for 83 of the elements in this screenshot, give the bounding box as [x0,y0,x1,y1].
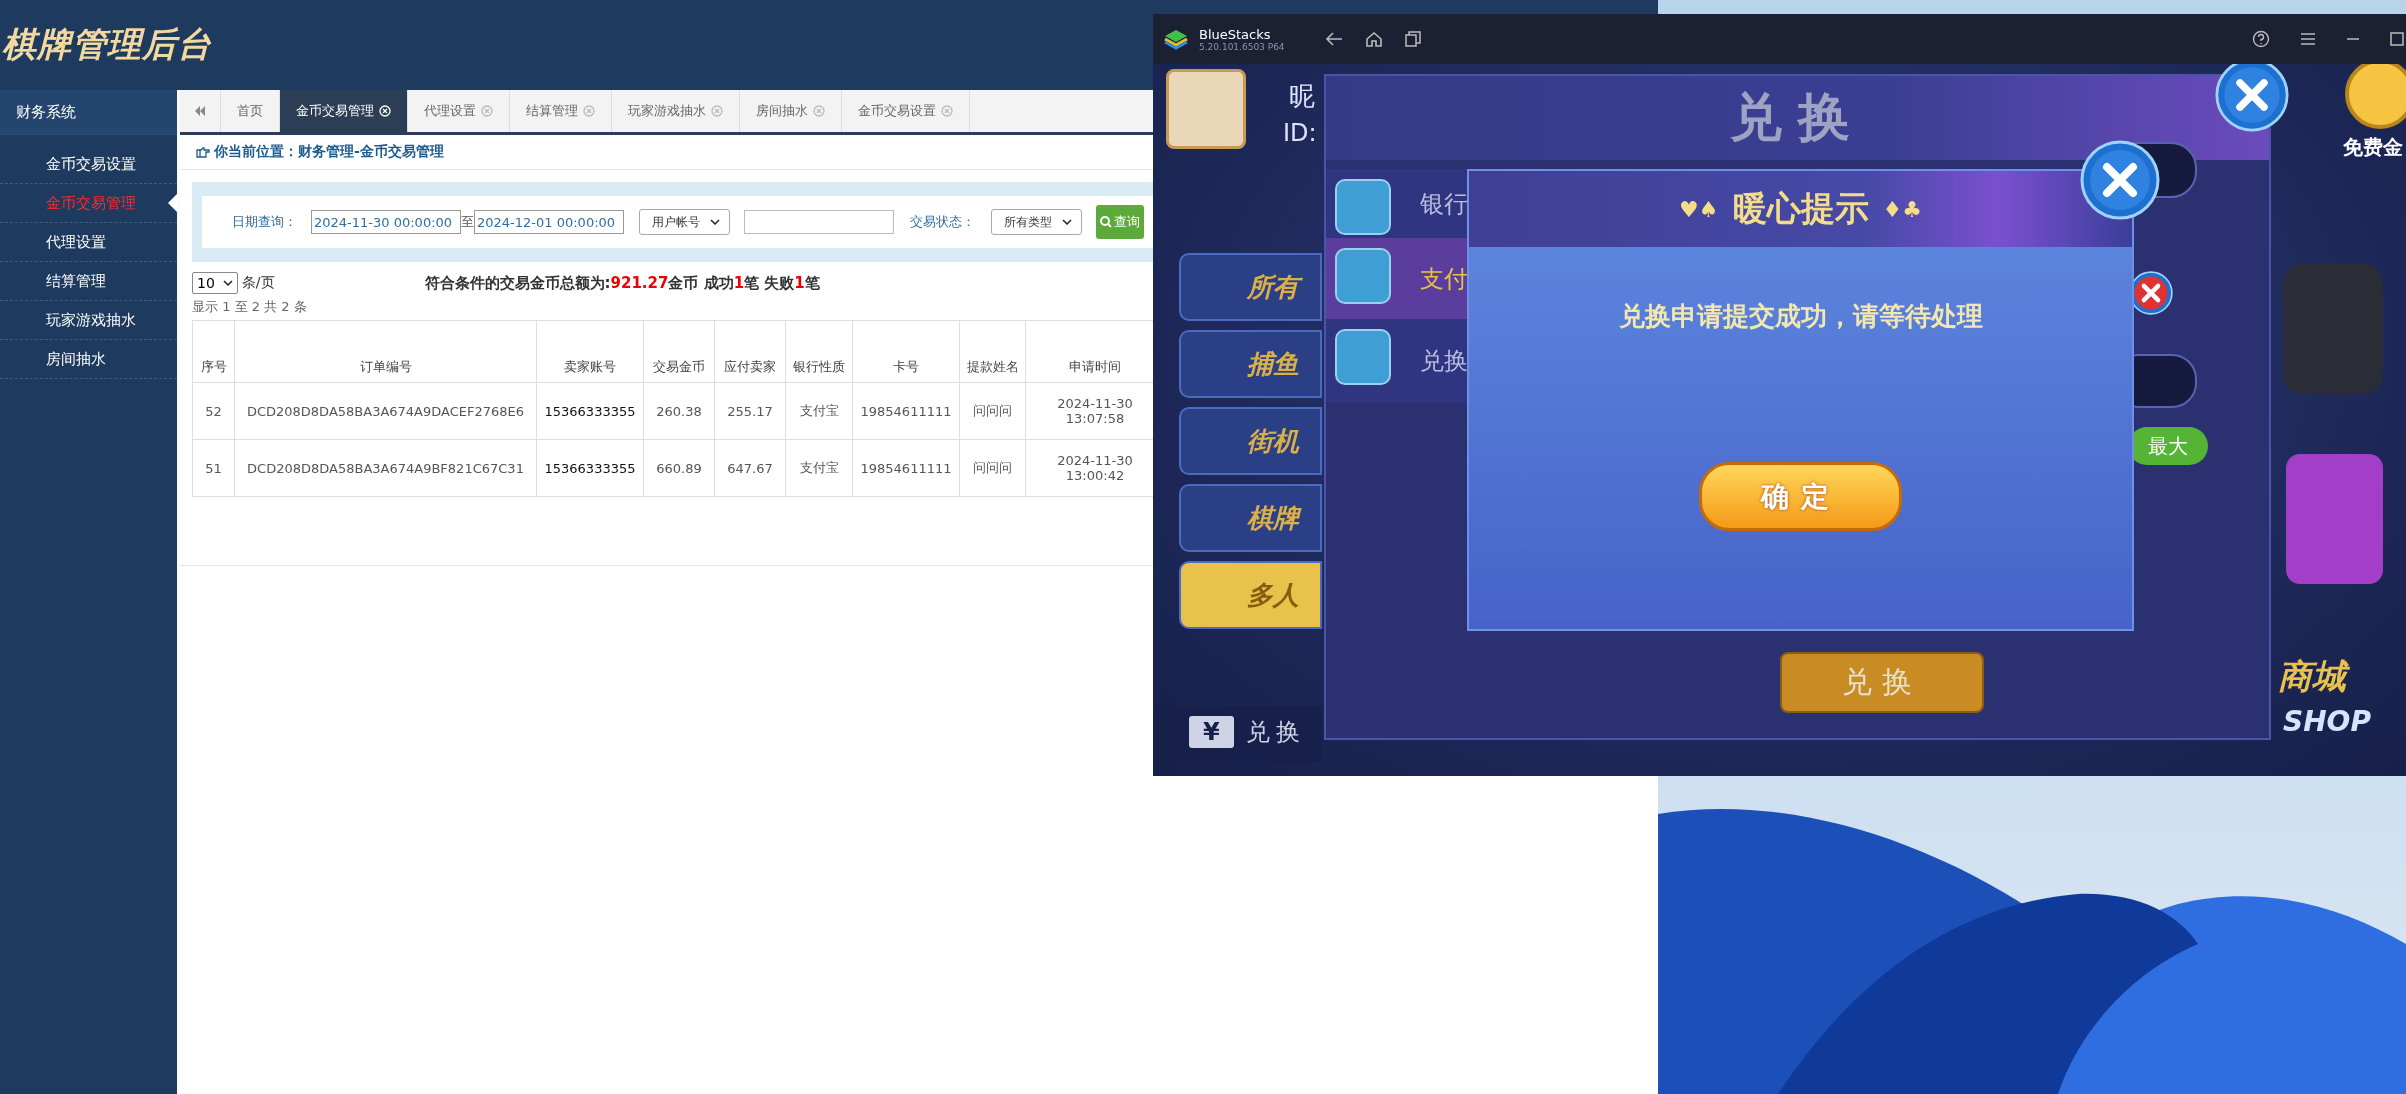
summary-text: 符合条件的交易金币总额为:921.27金币 成功1笔 失败1笔 [424,273,820,293]
table-cell: 19854611111 [852,439,960,497]
window-title: BlueStacks [1199,26,1272,42]
page-size-select[interactable]: 10 [192,272,238,294]
date-to-field[interactable]: 2024-12-01 00:00:00 [474,210,624,234]
column-header: 交易金币 [643,320,715,383]
sidebar-title: 财务系统 [0,90,177,135]
tab-icon [1335,179,1391,235]
table-cell: 支付宝 [785,439,853,497]
shop-label: SHOP [2283,704,2372,740]
table-cell: 19854611111 [852,382,960,440]
back-icon[interactable] [1324,31,1343,47]
date-from-field[interactable]: 2024-11-30 00:00:00 [311,210,461,234]
help-icon[interactable] [2252,30,2270,48]
table-cell: 255.17 [714,382,786,440]
exchange-label: 兑换 [1245,717,1306,748]
column-header: 提款姓名 [959,320,1026,383]
table-cell: 660.89 [643,439,715,497]
collapse-icon[interactable] [194,105,206,117]
layers-logo-icon [1163,28,1189,50]
maximize-icon[interactable] [2390,32,2404,46]
table-cell: 支付宝 [785,382,853,440]
close-icon[interactable] [2080,140,2160,220]
date-label: 日期查询： [232,213,297,231]
tab[interactable]: 玩家游戏抽水 [612,90,740,132]
free-coins-label: 免费金 [2343,134,2403,161]
column-header: 银行性质 [785,320,853,383]
game-menu-item[interactable]: 多人 [1179,561,1322,629]
table-cell: 问问问 [959,439,1026,497]
caret-icon [222,280,233,286]
column-header: 订单编号 [234,320,537,383]
table-cell: DCD208D8DA58BA3A674A9BF821C67C31 [234,439,537,497]
panel-title: 兑换 [1729,86,1866,149]
caret-icon [1062,219,1072,225]
caret-icon [710,219,720,225]
table-cell: 15366333355 [536,382,644,440]
tab[interactable]: 金币交易设置 [842,90,970,132]
table-cell: 15366333355 [536,439,644,497]
game-menu-item[interactable]: 棋牌 [1179,484,1322,552]
table-cell: DCD208D8DA58BA3A674A9DACEF2768E6 [234,382,537,440]
column-header: 序号 [192,320,235,383]
column-header: 卖家账号 [536,320,644,383]
windows-icon[interactable] [1404,31,1421,47]
column-header: 应付卖家 [714,320,786,383]
home-icon[interactable] [1364,31,1383,47]
search-icon [1100,216,1112,228]
ticket-icon: ¥ [1189,716,1234,748]
tab-icon [1335,329,1391,385]
nickname-label: 昵 [1289,80,1315,113]
breadcrumb: 你当前位置：财务管理-金币交易管理 [214,143,444,161]
page-size-unit: 条/页 [241,274,275,292]
id-label: ID: [1283,119,1317,147]
column-header: 卡号 [852,320,960,383]
search-button[interactable]: 查询 [1096,205,1144,239]
tab-icon [1335,248,1391,304]
table-cell: 问问问 [959,382,1026,440]
pointing-hand-icon [196,146,210,158]
game-menu-item[interactable]: 街机 [1179,407,1322,475]
dialog-message: 兑换申请提交成功，请等待处理 [1618,300,1983,333]
version-label: 5.20.101.6503 P64 [1199,41,1285,52]
coin-icon [2345,64,2406,129]
tab[interactable]: 金币交易管理 [280,90,408,132]
app-logo-text: 棋牌管理后台 [2,23,212,66]
table-cell: 52 [192,382,235,440]
dialog-title: 暖心提示 [1732,187,1869,230]
status-label: 交易状态： [910,213,975,231]
close-icon[interactable] [2215,64,2289,132]
tab[interactable]: 结算管理 [510,90,612,132]
account-type-select[interactable]: 用户帐号 [639,209,730,235]
game-menu-item[interactable]: 捕鱼 [1179,330,1322,398]
table-cell: 51 [192,439,235,497]
suit-symbols: ♥♠ [1679,196,1719,222]
account-field[interactable] [744,210,894,234]
menu-icon[interactable] [2300,32,2316,46]
tab[interactable]: 代理设置 [408,90,510,132]
game-menu-item[interactable]: 所有 [1179,253,1322,321]
table-cell: 647.67 [714,439,786,497]
status-select[interactable]: 所有类型 [991,209,1082,235]
shop-label: 商城 [2278,654,2352,699]
table-cell: 260.38 [643,382,715,440]
tab[interactable]: 房间抽水 [740,90,842,132]
suit-symbols: ♦♣ [1882,196,1922,222]
range-separator: 至 [461,213,474,231]
